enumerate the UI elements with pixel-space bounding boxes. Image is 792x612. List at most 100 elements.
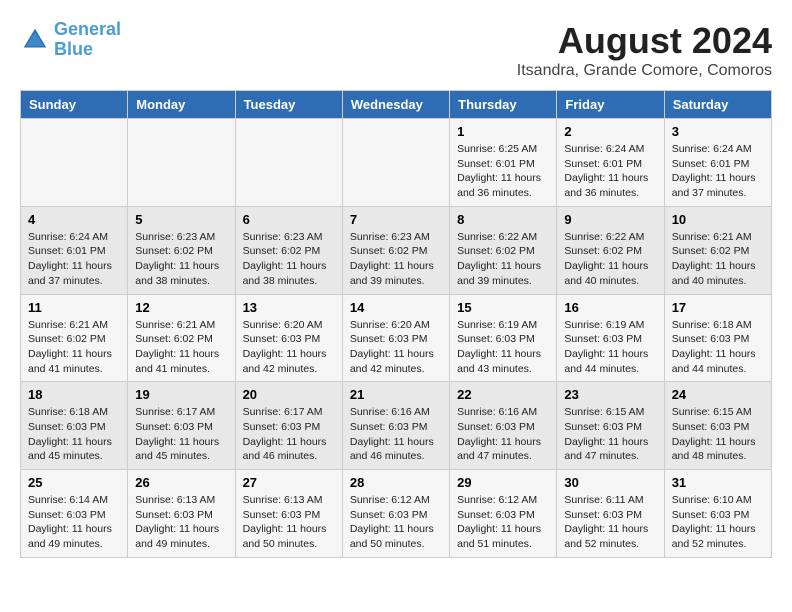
calendar-cell [342, 119, 449, 207]
day-number: 17 [672, 300, 764, 315]
calendar-cell: 22 Sunrise: 6:16 AMSunset: 6:03 PMDayligh… [450, 382, 557, 470]
calendar-cell: 31 Sunrise: 6:10 AMSunset: 6:03 PMDayligh… [664, 470, 771, 558]
logo-icon [20, 25, 50, 55]
day-number: 28 [350, 475, 442, 490]
weekday-header-wednesday: Wednesday [342, 91, 449, 119]
week-row-4: 18Sunrise: 6:18 AMSunset: 6:03 PMDayligh… [21, 382, 772, 470]
day-number: 22 [457, 387, 549, 402]
day-info: Sunrise: 6:11 AMSunset: 6:03 PMDaylight:… [564, 493, 656, 552]
calendar-cell: 11Sunrise: 6:21 AMSunset: 6:02 PMDayligh… [21, 294, 128, 382]
calendar-cell: 1 Sunrise: 6:25 AMSunset: 6:01 PMDaylight… [450, 119, 557, 207]
calendar-cell: 28 Sunrise: 6:12 AMSunset: 6:03 PMDayligh… [342, 470, 449, 558]
logo-text: General Blue [54, 20, 121, 60]
day-info: Sunrise: 6:12 AMSunset: 6:03 PMDaylight:… [350, 493, 442, 552]
day-info: Sunrise: 6:15 AMSunset: 6:03 PMDaylight:… [564, 405, 656, 464]
calendar-cell: 9Sunrise: 6:22 AMSunset: 6:02 PMDaylight… [557, 206, 664, 294]
day-number: 31 [672, 475, 764, 490]
calendar-cell: 14Sunrise: 6:20 AMSunset: 6:03 PMDayligh… [342, 294, 449, 382]
day-info: Sunrise: 6:21 AMSunset: 6:02 PMDaylight:… [672, 230, 764, 289]
day-info: Sunrise: 6:22 AMSunset: 6:02 PMDaylight:… [564, 230, 656, 289]
calendar-cell: 13Sunrise: 6:20 AMSunset: 6:03 PMDayligh… [235, 294, 342, 382]
day-info: Sunrise: 6:21 AMSunset: 6:02 PMDaylight:… [135, 318, 227, 377]
calendar-cell: 6 Sunrise: 6:23 AMSunset: 6:02 PMDaylight… [235, 206, 342, 294]
calendar-cell [128, 119, 235, 207]
weekday-header-monday: Monday [128, 91, 235, 119]
day-info: Sunrise: 6:16 AMSunset: 6:03 PMDaylight:… [350, 405, 442, 464]
page-header: General Blue August 2024 Itsandra, Grand… [20, 20, 772, 80]
day-number: 29 [457, 475, 549, 490]
calendar-cell: 12 Sunrise: 6:21 AMSunset: 6:02 PMDayligh… [128, 294, 235, 382]
day-number: 4 [28, 212, 120, 227]
day-number: 7 [350, 212, 442, 227]
day-info: Sunrise: 6:12 AMSunset: 6:03 PMDaylight:… [457, 493, 549, 552]
calendar-cell [235, 119, 342, 207]
logo: General Blue [20, 20, 121, 60]
calendar-header: SundayMondayTuesdayWednesdayThursdayFrid… [21, 91, 772, 119]
calendar-cell: 26 Sunrise: 6:13 AMSunset: 6:03 PMDayligh… [128, 470, 235, 558]
day-info: Sunrise: 6:21 AMSunset: 6:02 PMDaylight:… [28, 318, 120, 377]
day-info: Sunrise: 6:19 AMSunset: 6:03 PMDaylight:… [564, 318, 656, 377]
day-number: 21 [350, 387, 442, 402]
day-number: 20 [243, 387, 335, 402]
day-info: Sunrise: 6:25 AMSunset: 6:01 PMDaylight:… [457, 142, 549, 201]
day-info: Sunrise: 6:16 AMSunset: 6:03 PMDaylight:… [457, 405, 549, 464]
weekday-header-friday: Friday [557, 91, 664, 119]
calendar-cell: 10 Sunrise: 6:21 AMSunset: 6:02 PMDayligh… [664, 206, 771, 294]
day-info: Sunrise: 6:22 AMSunset: 6:02 PMDaylight:… [457, 230, 549, 289]
weekday-header-saturday: Saturday [664, 91, 771, 119]
calendar-cell: 18Sunrise: 6:18 AMSunset: 6:03 PMDayligh… [21, 382, 128, 470]
day-number: 24 [672, 387, 764, 402]
day-number: 14 [350, 300, 442, 315]
calendar-cell: 16 Sunrise: 6:19 AMSunset: 6:03 PMDayligh… [557, 294, 664, 382]
day-number: 6 [243, 212, 335, 227]
calendar-cell: 27 Sunrise: 6:13 AMSunset: 6:03 PMDayligh… [235, 470, 342, 558]
day-info: Sunrise: 6:13 AMSunset: 6:03 PMDaylight:… [243, 493, 335, 552]
calendar-cell: 30 Sunrise: 6:11 AMSunset: 6:03 PMDayligh… [557, 470, 664, 558]
calendar-table: SundayMondayTuesdayWednesdayThursdayFrid… [20, 90, 772, 558]
day-info: Sunrise: 6:23 AMSunset: 6:02 PMDaylight:… [243, 230, 335, 289]
day-number: 12 [135, 300, 227, 315]
day-number: 30 [564, 475, 656, 490]
day-number: 19 [135, 387, 227, 402]
title-block: August 2024 Itsandra, Grande Comore, Com… [517, 20, 772, 80]
calendar-cell: 19Sunrise: 6:17 AMSunset: 6:03 PMDayligh… [128, 382, 235, 470]
calendar-cell: 7 Sunrise: 6:23 AMSunset: 6:02 PMDaylight… [342, 206, 449, 294]
calendar-cell: 2 Sunrise: 6:24 AMSunset: 6:01 PMDaylight… [557, 119, 664, 207]
weekday-header-sunday: Sunday [21, 91, 128, 119]
calendar-cell: 4Sunrise: 6:24 AMSunset: 6:01 PMDaylight… [21, 206, 128, 294]
week-row-1: 1 Sunrise: 6:25 AMSunset: 6:01 PMDaylight… [21, 119, 772, 207]
day-number: 10 [672, 212, 764, 227]
day-info: Sunrise: 6:23 AMSunset: 6:02 PMDaylight:… [350, 230, 442, 289]
week-row-2: 4Sunrise: 6:24 AMSunset: 6:01 PMDaylight… [21, 206, 772, 294]
calendar-cell: 21 Sunrise: 6:16 AMSunset: 6:03 PMDayligh… [342, 382, 449, 470]
day-number: 2 [564, 124, 656, 139]
day-number: 15 [457, 300, 549, 315]
weekday-header-thursday: Thursday [450, 91, 557, 119]
calendar-cell: 8Sunrise: 6:22 AMSunset: 6:02 PMDaylight… [450, 206, 557, 294]
day-number: 18 [28, 387, 120, 402]
calendar-cell [21, 119, 128, 207]
day-number: 16 [564, 300, 656, 315]
calendar-cell: 25Sunrise: 6:14 AMSunset: 6:03 PMDayligh… [21, 470, 128, 558]
day-info: Sunrise: 6:24 AMSunset: 6:01 PMDaylight:… [564, 142, 656, 201]
day-number: 25 [28, 475, 120, 490]
day-info: Sunrise: 6:13 AMSunset: 6:03 PMDaylight:… [135, 493, 227, 552]
day-number: 26 [135, 475, 227, 490]
day-number: 23 [564, 387, 656, 402]
calendar-cell: 17 Sunrise: 6:18 AMSunset: 6:03 PMDayligh… [664, 294, 771, 382]
day-info: Sunrise: 6:19 AMSunset: 6:03 PMDaylight:… [457, 318, 549, 377]
calendar-cell: 23 Sunrise: 6:15 AMSunset: 6:03 PMDayligh… [557, 382, 664, 470]
day-info: Sunrise: 6:10 AMSunset: 6:03 PMDaylight:… [672, 493, 764, 552]
calendar-cell: 29 Sunrise: 6:12 AMSunset: 6:03 PMDayligh… [450, 470, 557, 558]
day-number: 3 [672, 124, 764, 139]
day-info: Sunrise: 6:18 AMSunset: 6:03 PMDaylight:… [672, 318, 764, 377]
weekday-header-tuesday: Tuesday [235, 91, 342, 119]
day-number: 5 [135, 212, 227, 227]
calendar-body: 1 Sunrise: 6:25 AMSunset: 6:01 PMDaylight… [21, 119, 772, 558]
day-number: 27 [243, 475, 335, 490]
calendar-cell: 3Sunrise: 6:24 AMSunset: 6:01 PMDaylight… [664, 119, 771, 207]
day-number: 1 [457, 124, 549, 139]
calendar-cell: 24Sunrise: 6:15 AMSunset: 6:03 PMDayligh… [664, 382, 771, 470]
weekday-header-row: SundayMondayTuesdayWednesdayThursdayFrid… [21, 91, 772, 119]
day-info: Sunrise: 6:23 AMSunset: 6:02 PMDaylight:… [135, 230, 227, 289]
